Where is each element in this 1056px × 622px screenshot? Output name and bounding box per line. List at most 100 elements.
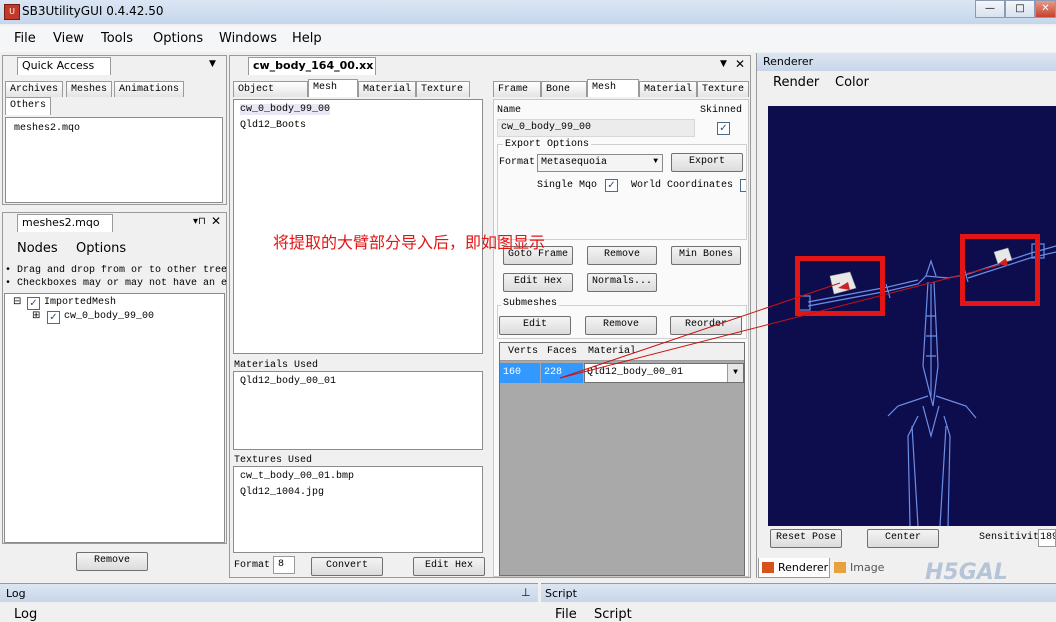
tab-archives[interactable]: Archives [5, 81, 64, 97]
annotation-text: 将提取的大臂部分导入后，即如图显示 [273, 233, 546, 252]
tree-node-label[interactable]: ImportedMesh [44, 297, 116, 308]
menu-options[interactable]: Options [76, 241, 126, 256]
grid-cell-verts[interactable]: 160 [500, 363, 540, 383]
log-titlebar: Log ⊥ [0, 584, 538, 602]
dropdown-arrow-icon[interactable]: ▼ [720, 59, 727, 69]
list-item[interactable]: meshes2.mqo [14, 123, 80, 134]
tree-node-label[interactable]: cw_0_body_99_00 [64, 311, 154, 322]
tab-animations[interactable]: Animations [114, 81, 185, 97]
tab-material-props[interactable]: Material [639, 81, 697, 97]
document-tab[interactable]: cw_body_164_00.xx [248, 57, 376, 75]
tab-image[interactable]: Image [831, 558, 887, 578]
others-list: meshes2.mqo [5, 117, 223, 203]
export-options-label: Export Options [503, 139, 592, 150]
reset-pose-button[interactable]: Reset Pose [770, 529, 842, 548]
single-mqo-checkbox[interactable]: ✓ [605, 179, 618, 192]
list-item[interactable]: Qld12_1004.jpg [240, 487, 324, 498]
world-coordinates-label: World Coordinates [631, 180, 734, 191]
list-item[interactable]: cw_0_body_99_00 [240, 104, 331, 115]
menu-file[interactable]: File [14, 31, 36, 46]
tab-meshes[interactable]: Meshes [66, 81, 113, 97]
script-titlebar: Script [541, 584, 1056, 602]
menu-color[interactable]: Color [835, 75, 869, 90]
pin-icon[interactable]: ▾⊓ [193, 216, 206, 227]
tab-texture-props[interactable]: Texture [697, 81, 749, 97]
maximize-button[interactable]: □ [1005, 0, 1035, 18]
close-icon[interactable]: ✕ [735, 57, 745, 71]
name-field[interactable]: cw_0_body_99_00 [497, 119, 695, 137]
log-title: Log [6, 587, 26, 600]
tab-texture[interactable]: Texture [416, 81, 470, 97]
tab-material[interactable]: Material [358, 81, 416, 97]
script-title: Script [545, 587, 577, 600]
menu-file[interactable]: File [555, 607, 577, 622]
format-field[interactable]: 8 [273, 556, 295, 574]
mqo-tab[interactable]: meshes2.mqo [17, 214, 113, 232]
renderer-titlebar: Renderer [757, 53, 1056, 71]
help-line: • Checkboxes may or may not have an e [5, 278, 227, 289]
mesh-list: cw_0_body_99_00 Qld12_Boots [233, 99, 483, 354]
tab-mesh-props[interactable]: Mesh [587, 79, 639, 97]
title-bar: U SB3UtilityGUI 0.4.42.50 — □ ✕ [0, 0, 1056, 24]
tab-frame[interactable]: Frame [493, 81, 541, 97]
menu-tools[interactable]: Tools [101, 31, 133, 46]
tab-object-tree[interactable]: Object Tree [233, 81, 308, 110]
menu-render[interactable]: Render [773, 75, 819, 90]
menu-windows[interactable]: Windows [219, 31, 277, 46]
tab-bone[interactable]: Bone [541, 81, 587, 97]
menu-bar: File View Tools Options Windows Help [0, 26, 1056, 52]
list-item[interactable]: Qld12_Boots [240, 120, 306, 131]
app-icon: U [4, 4, 20, 20]
close-button[interactable]: ✕ [1035, 0, 1056, 18]
world-coordinates-checkbox[interactable] [740, 179, 746, 192]
expand-icon[interactable]: ⊞ [32, 310, 40, 321]
list-item[interactable]: Qld12_body_00_01 [240, 376, 336, 387]
script-panel: Script File Script [541, 583, 1056, 622]
menu-options[interactable]: Options [153, 31, 203, 46]
format-select-value: Metasequoia [541, 157, 608, 168]
remove-button[interactable]: Remove [76, 552, 148, 571]
tab-mesh[interactable]: Mesh [308, 79, 358, 97]
checkbox-checked-icon[interactable]: ✓ [47, 311, 60, 324]
pin-icon[interactable]: ⊥ [521, 586, 531, 599]
edit-hex-button[interactable]: Edit Hex [413, 557, 485, 576]
single-mqo-label: Single Mqo [537, 180, 598, 191]
center-button[interactable]: Center [867, 529, 939, 548]
checkbox-checked-icon[interactable]: ✓ [27, 297, 40, 310]
tab-image-label: Image [850, 561, 885, 574]
materials-list: Qld12_body_00_01 [233, 371, 483, 450]
annotation-arrows [560, 264, 1001, 379]
export-button[interactable]: Export [671, 153, 743, 172]
close-icon[interactable]: ✕ [211, 214, 221, 228]
minimize-button[interactable]: — [975, 0, 1005, 18]
format-label: Format [499, 157, 536, 168]
mqo-panel: meshes2.mqo ▾⊓ ✕ Nodes Options • Drag an… [2, 212, 227, 544]
help-line: • Drag and drop from or to other tree [5, 265, 227, 276]
skinned-checkbox[interactable]: ✓ [717, 122, 730, 135]
sensitivity-field[interactable]: 189 [1038, 529, 1056, 547]
menu-view[interactable]: View [53, 31, 84, 46]
list-item[interactable]: cw_t_body_00_01.bmp [240, 471, 354, 482]
renderer-title: Renderer [763, 55, 814, 68]
menu-help[interactable]: Help [292, 31, 322, 46]
convert-button[interactable]: Convert [311, 557, 383, 576]
menu-log[interactable]: Log [14, 607, 37, 622]
skinned-label: Skinned [700, 105, 743, 116]
renderer-icon [762, 562, 774, 573]
menu-script[interactable]: Script [594, 607, 632, 622]
watermark-logo: H5GAL [925, 560, 1008, 585]
grid-header-verts: Verts [508, 346, 539, 357]
mesh-tree: ⊟ ✓ ImportedMesh ⊞ ✓ cw_0_body_99_00 [4, 293, 225, 543]
collapse-icon[interactable]: ⊟ [13, 296, 21, 307]
tab-others[interactable]: Others [5, 97, 52, 115]
format-label: Format [234, 560, 271, 571]
sensitivity-label: Sensitivit [979, 532, 1040, 543]
submeshes-label: Submeshes [501, 298, 560, 309]
image-icon [834, 562, 846, 573]
quick-access-tab[interactable]: Quick Access [17, 57, 111, 75]
log-panel: Log ⊥ Log [0, 583, 538, 622]
dropdown-arrow-icon[interactable]: ▼ [209, 59, 216, 69]
menu-nodes[interactable]: Nodes [17, 241, 58, 256]
tab-renderer[interactable]: Renderer [758, 558, 830, 578]
format-select[interactable]: Metasequoia ▼ [537, 154, 663, 172]
